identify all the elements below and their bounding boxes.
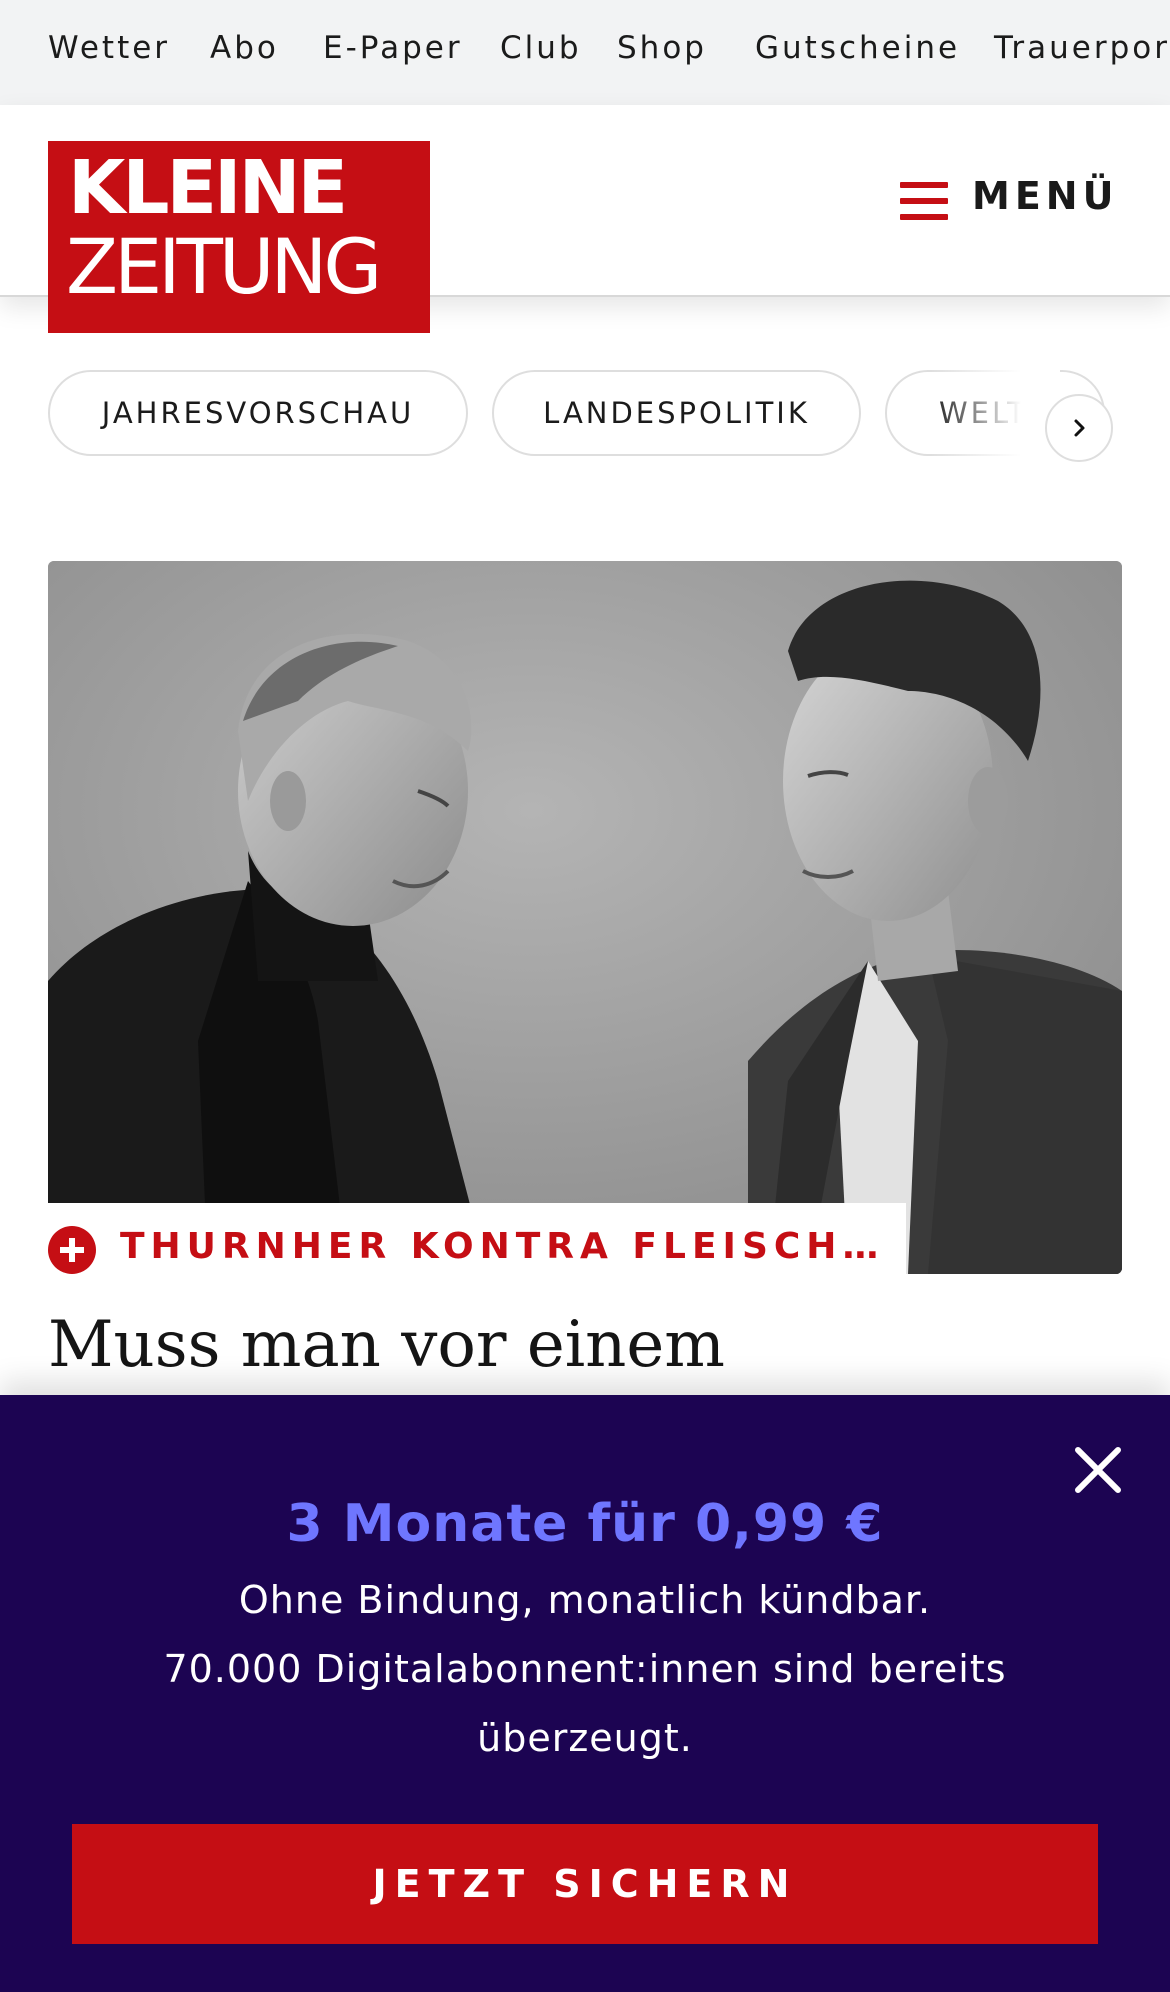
tags-fade <box>930 360 1060 470</box>
topnav-link-wetter[interactable]: Wetter <box>48 30 170 66</box>
article-kicker[interactable]: THURNHER KONTRA FLEISCHHACKER <box>120 1226 880 1267</box>
close-overlay-button[interactable] <box>1070 1442 1126 1498</box>
logo-line-1: KLEINE <box>68 145 348 231</box>
tag-jahresvorschau[interactable]: JAHRESVORSCHAU <box>48 370 468 456</box>
topnav-link-trauerportal[interactable]: Trauerportal <box>994 30 1170 66</box>
offer-line-1: Ohne Bindung, monatlich kündbar. <box>238 1578 932 1622</box>
article-headline[interactable]: Muss man vor einem <box>48 1308 725 1382</box>
hamburger-icon <box>900 182 948 220</box>
tag-landespolitik[interactable]: LANDESPOLITIK <box>492 370 861 456</box>
site-logo[interactable]: KLEINE ZEITUNG <box>48 141 430 333</box>
topnav-link-club[interactable]: Club <box>500 30 582 66</box>
top-navigation: Wetter Abo E-Paper Club Shop Gutscheine … <box>0 0 1170 105</box>
topnav-link-abo[interactable]: Abo <box>210 30 279 66</box>
offer-line-2: 70.000 Digitalabonnent:innen sind bereit… <box>163 1647 1007 1691</box>
offer-line-3: überzeugt. <box>477 1716 693 1760</box>
tags-scroll-next-button[interactable] <box>1045 394 1113 462</box>
plus-icon <box>48 1226 96 1274</box>
subscribe-now-button[interactable]: JETZT SICHERN <box>72 1824 1098 1944</box>
article-hero-image[interactable] <box>48 561 1122 1274</box>
topnav-link-shop[interactable]: Shop <box>617 30 707 66</box>
menu-label: MENÜ <box>972 174 1119 218</box>
chevron-right-icon <box>1074 419 1085 437</box>
topnav-link-epaper[interactable]: E-Paper <box>323 30 463 66</box>
topnav-link-gutscheine[interactable]: Gutscheine <box>755 30 960 66</box>
offer-title: 3 Monate für 0,99 € <box>286 1494 884 1554</box>
close-icon <box>1075 1447 1121 1493</box>
logo-line-2: ZEITUNG <box>66 222 382 311</box>
